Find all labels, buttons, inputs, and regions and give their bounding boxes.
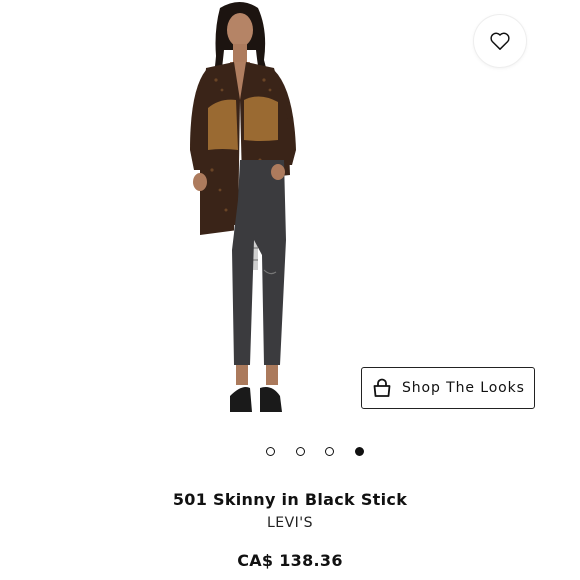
product-title: 501 Skinny in Black Stick xyxy=(172,490,408,509)
carousel-dot-2[interactable] xyxy=(296,447,305,456)
product-detail-page: Shop The Looks 501 Skinny in Black Stick… xyxy=(0,0,580,580)
wishlist-button[interactable] xyxy=(474,15,526,67)
brand-link[interactable]: LEVI'S xyxy=(0,515,580,531)
image-carousel-dots xyxy=(0,445,580,459)
shop-the-looks-button[interactable]: Shop The Looks xyxy=(361,367,535,409)
carousel-dot-3[interactable] xyxy=(325,447,334,456)
product-image[interactable] xyxy=(160,0,320,425)
product-price: CA$ 138.36 xyxy=(237,551,343,570)
shop-the-looks-label: Shop The Looks xyxy=(402,380,525,396)
heart-icon xyxy=(490,32,510,50)
carousel-dot-1[interactable] xyxy=(266,447,275,456)
carousel-dot-4-active[interactable] xyxy=(355,447,364,456)
shopping-bag-icon xyxy=(373,378,391,397)
